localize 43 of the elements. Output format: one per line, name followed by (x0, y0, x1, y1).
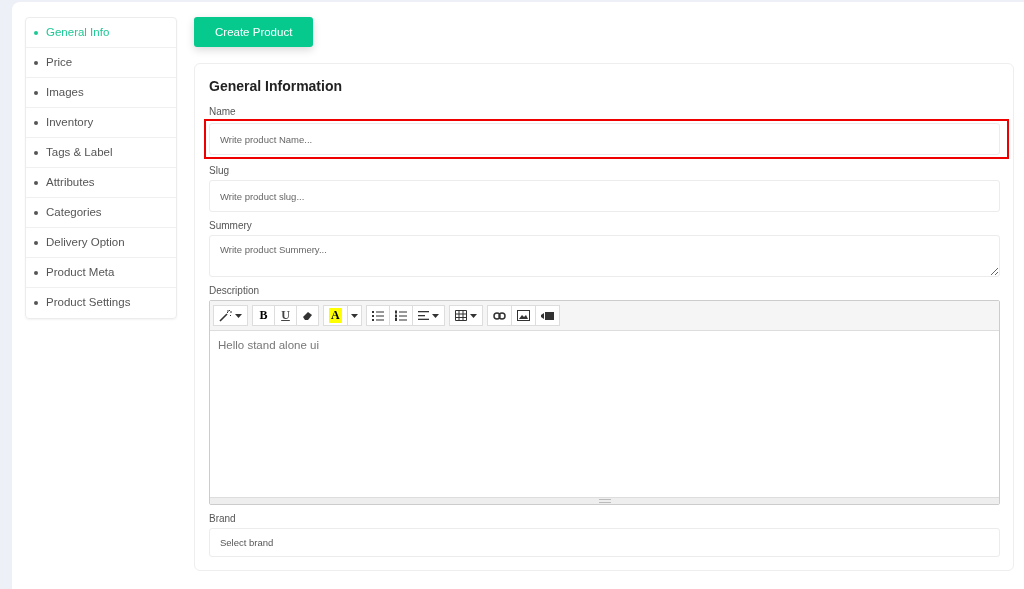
field-label: Description (209, 285, 261, 296)
field-label: Slug (209, 165, 230, 176)
sidebar-item[interactable]: Inventory (26, 108, 176, 138)
input-field[interactable]: Write product Name... (209, 123, 1000, 155)
field-label: Summery (209, 220, 253, 231)
image-icon (516, 310, 530, 321)
table-icon (454, 310, 467, 321)
video-icon (540, 311, 554, 320)
sidebar-item[interactable]: Tags & Label (26, 138, 176, 168)
input-field[interactable]: Write product slug... (209, 180, 1000, 212)
eraser-button[interactable] (296, 305, 319, 326)
section-title: General Information (209, 78, 344, 94)
sidebar-item[interactable]: Categories (26, 198, 176, 228)
video-button[interactable] (534, 305, 560, 326)
field-label: Name (209, 106, 237, 117)
sidebar-item[interactable]: Images (26, 78, 176, 108)
resize-handle[interactable] (210, 497, 999, 504)
sidebar-item[interactable]: Price (26, 48, 176, 78)
bold-button[interactable]: B (252, 305, 275, 326)
field-label: Brand (209, 513, 237, 524)
color-button[interactable]: A (323, 305, 348, 326)
link-icon (492, 311, 506, 320)
magic-wand-icon (219, 309, 232, 322)
sidebar-item[interactable]: Attributes (26, 168, 176, 198)
image-button[interactable] (510, 305, 536, 326)
numbered-list-icon (394, 310, 407, 321)
eraser-icon (302, 310, 313, 321)
magic-wand-button[interactable] (213, 305, 248, 326)
table-button[interactable] (448, 305, 483, 326)
textarea-field[interactable]: Write product Summery... (209, 235, 1000, 277)
align-left-icon (417, 311, 429, 320)
sidebar-item[interactable]: Product Meta (26, 258, 176, 288)
sidebar-item[interactable]: Product Settings (26, 288, 176, 318)
editor-text[interactable]: Hello stand alone ui (218, 339, 991, 351)
brand-select[interactable]: Select brand (209, 528, 1000, 557)
numbered-list-button[interactable] (388, 305, 413, 326)
link-button[interactable] (486, 305, 512, 326)
caret-icon (350, 313, 358, 318)
align-left-button[interactable] (411, 305, 445, 326)
bullet-list-button[interactable] (365, 305, 390, 326)
sidebar-item[interactable]: Delivery Option (26, 228, 176, 258)
underline-button[interactable]: U (274, 305, 297, 326)
bullet-list-icon (371, 310, 384, 321)
